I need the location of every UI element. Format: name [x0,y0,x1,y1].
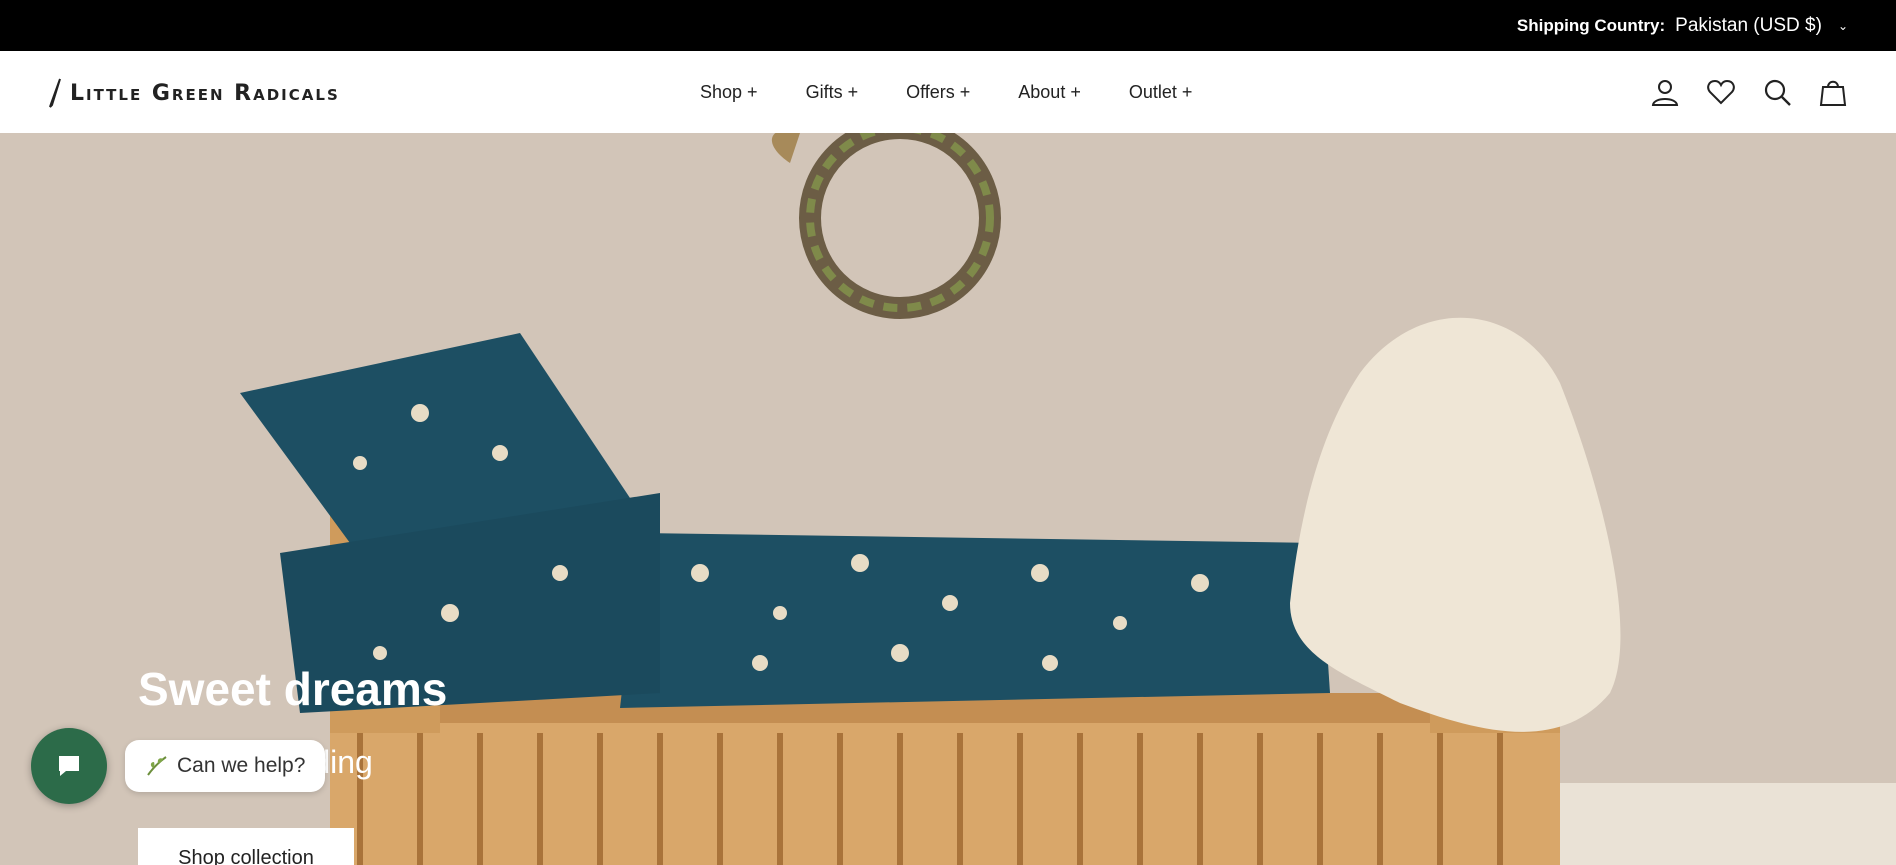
nav-item-shop[interactable]: Shop + [700,82,758,103]
hero-title: Sweet dreams [138,662,447,716]
search-icon[interactable] [1762,77,1792,107]
shop-collection-button[interactable]: Shop collection [138,828,354,865]
hero-title-text: Sweet dreams [138,663,448,715]
pencil-icon [49,78,61,108]
shipping-country-label: Shipping Country: [1516,15,1666,35]
leaf-icon [147,756,167,776]
wishlist-icon[interactable] [1706,77,1736,107]
logo[interactable]: Little Green Radicals [48,75,340,111]
chat-prompt-label: Can we help? [177,754,306,777]
shipping-country-value[interactable]: Pakistan (USD $) [1675,15,1822,37]
chat-prompt[interactable]: Can we help? [125,740,325,792]
nav-item-offers[interactable]: Offers + [906,82,970,103]
logo-text: Little Green Radicals [70,80,340,106]
nav-item-about[interactable]: About + [1018,82,1081,103]
account-icon[interactable] [1650,77,1680,107]
top-bar: Shipping Country: Pakistan (USD $) ⌄ [0,0,1896,51]
cart-icon[interactable] [1818,77,1848,107]
main-nav: Shop + Gifts + Offers + About + Outlet + [700,51,1192,133]
site-header: Little Green Radicals Shop + Gifts + Off… [0,51,1896,133]
chevron-down-icon[interactable]: ⌄ [1838,19,1848,33]
chat-button[interactable] [31,728,107,804]
chat-icon [59,756,79,776]
shipping-country-selector[interactable]: Shipping Country: Pakistan (USD $) ⌄ [1517,0,1848,51]
header-icons [1650,51,1848,133]
nav-item-outlet[interactable]: Outlet + [1129,82,1193,103]
nav-item-gifts[interactable]: Gifts + [806,82,859,103]
